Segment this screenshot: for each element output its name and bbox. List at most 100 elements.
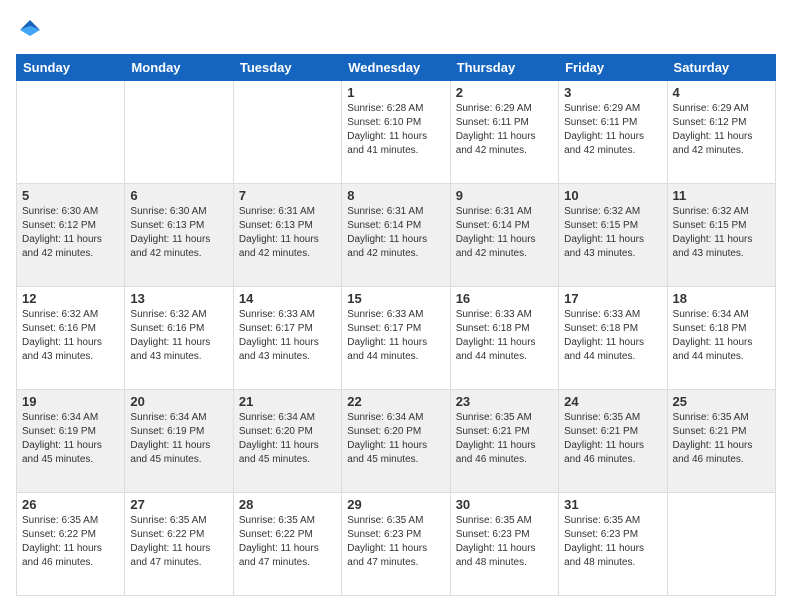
day-info: Sunrise: 6:33 AM Sunset: 6:18 PM Dayligh… xyxy=(456,308,553,364)
day-number: 27 xyxy=(130,497,227,512)
day-number: 28 xyxy=(239,497,336,512)
calendar-cell: 7 Sunrise: 6:31 AM Sunset: 6:13 PM Daylig… xyxy=(233,184,341,287)
calendar-cell xyxy=(667,493,775,596)
calendar-cell: 24 Sunrise: 6:35 AM Sunset: 6:21 PM Dayli… xyxy=(559,390,667,493)
calendar-cell: 26 Sunrise: 6:35 AM Sunset: 6:22 PM Dayli… xyxy=(17,493,125,596)
day-number: 26 xyxy=(22,497,119,512)
day-header-friday: Friday xyxy=(559,55,667,81)
day-info: Sunrise: 6:31 AM Sunset: 6:14 PM Dayligh… xyxy=(456,205,553,261)
day-number: 29 xyxy=(347,497,444,512)
calendar-cell xyxy=(17,81,125,184)
day-number: 10 xyxy=(564,188,661,203)
calendar-table: SundayMondayTuesdayWednesdayThursdayFrid… xyxy=(16,54,776,596)
calendar-cell xyxy=(233,81,341,184)
calendar-cell: 9 Sunrise: 6:31 AM Sunset: 6:14 PM Daylig… xyxy=(450,184,558,287)
calendar-cell: 18 Sunrise: 6:34 AM Sunset: 6:18 PM Dayli… xyxy=(667,287,775,390)
calendar-cell: 16 Sunrise: 6:33 AM Sunset: 6:18 PM Dayli… xyxy=(450,287,558,390)
day-info: Sunrise: 6:32 AM Sunset: 6:15 PM Dayligh… xyxy=(673,205,770,261)
header xyxy=(16,16,776,44)
day-number: 2 xyxy=(456,85,553,100)
day-info: Sunrise: 6:35 AM Sunset: 6:21 PM Dayligh… xyxy=(564,411,661,467)
day-info: Sunrise: 6:35 AM Sunset: 6:21 PM Dayligh… xyxy=(456,411,553,467)
day-info: Sunrise: 6:30 AM Sunset: 6:12 PM Dayligh… xyxy=(22,205,119,261)
day-info: Sunrise: 6:29 AM Sunset: 6:12 PM Dayligh… xyxy=(673,102,770,158)
calendar-cell: 15 Sunrise: 6:33 AM Sunset: 6:17 PM Dayli… xyxy=(342,287,450,390)
day-number: 15 xyxy=(347,291,444,306)
day-number: 5 xyxy=(22,188,119,203)
calendar-cell: 22 Sunrise: 6:34 AM Sunset: 6:20 PM Dayli… xyxy=(342,390,450,493)
calendar-cell: 20 Sunrise: 6:34 AM Sunset: 6:19 PM Dayli… xyxy=(125,390,233,493)
day-info: Sunrise: 6:33 AM Sunset: 6:18 PM Dayligh… xyxy=(564,308,661,364)
day-number: 24 xyxy=(564,394,661,409)
calendar-cell: 28 Sunrise: 6:35 AM Sunset: 6:22 PM Dayli… xyxy=(233,493,341,596)
day-info: Sunrise: 6:32 AM Sunset: 6:15 PM Dayligh… xyxy=(564,205,661,261)
day-info: Sunrise: 6:34 AM Sunset: 6:20 PM Dayligh… xyxy=(239,411,336,467)
calendar-cell: 30 Sunrise: 6:35 AM Sunset: 6:23 PM Dayli… xyxy=(450,493,558,596)
day-info: Sunrise: 6:35 AM Sunset: 6:23 PM Dayligh… xyxy=(347,514,444,570)
calendar-cell: 6 Sunrise: 6:30 AM Sunset: 6:13 PM Daylig… xyxy=(125,184,233,287)
day-header-sunday: Sunday xyxy=(17,55,125,81)
calendar-cell: 19 Sunrise: 6:34 AM Sunset: 6:19 PM Dayli… xyxy=(17,390,125,493)
calendar-cell: 4 Sunrise: 6:29 AM Sunset: 6:12 PM Daylig… xyxy=(667,81,775,184)
day-number: 21 xyxy=(239,394,336,409)
day-number: 4 xyxy=(673,85,770,100)
day-info: Sunrise: 6:34 AM Sunset: 6:19 PM Dayligh… xyxy=(22,411,119,467)
day-info: Sunrise: 6:34 AM Sunset: 6:19 PM Dayligh… xyxy=(130,411,227,467)
day-number: 20 xyxy=(130,394,227,409)
day-info: Sunrise: 6:35 AM Sunset: 6:22 PM Dayligh… xyxy=(239,514,336,570)
calendar-cell xyxy=(125,81,233,184)
day-number: 25 xyxy=(673,394,770,409)
day-number: 13 xyxy=(130,291,227,306)
calendar-cell: 5 Sunrise: 6:30 AM Sunset: 6:12 PM Daylig… xyxy=(17,184,125,287)
day-number: 19 xyxy=(22,394,119,409)
calendar-cell: 31 Sunrise: 6:35 AM Sunset: 6:23 PM Dayli… xyxy=(559,493,667,596)
calendar-cell: 11 Sunrise: 6:32 AM Sunset: 6:15 PM Dayli… xyxy=(667,184,775,287)
day-info: Sunrise: 6:35 AM Sunset: 6:22 PM Dayligh… xyxy=(130,514,227,570)
day-number: 8 xyxy=(347,188,444,203)
day-info: Sunrise: 6:29 AM Sunset: 6:11 PM Dayligh… xyxy=(456,102,553,158)
day-info: Sunrise: 6:35 AM Sunset: 6:22 PM Dayligh… xyxy=(22,514,119,570)
day-number: 14 xyxy=(239,291,336,306)
calendar-cell: 27 Sunrise: 6:35 AM Sunset: 6:22 PM Dayli… xyxy=(125,493,233,596)
day-info: Sunrise: 6:31 AM Sunset: 6:13 PM Dayligh… xyxy=(239,205,336,261)
day-number: 18 xyxy=(673,291,770,306)
logo-icon xyxy=(16,16,44,44)
calendar-cell: 25Sunrise: 6:35 AM Sunset: 6:21 PM Dayli… xyxy=(667,390,775,493)
calendar-cell: 1 Sunrise: 6:28 AM Sunset: 6:10 PM Daylig… xyxy=(342,81,450,184)
calendar-cell: 10 Sunrise: 6:32 AM Sunset: 6:15 PM Dayli… xyxy=(559,184,667,287)
calendar-cell: 2 Sunrise: 6:29 AM Sunset: 6:11 PM Daylig… xyxy=(450,81,558,184)
logo xyxy=(16,16,48,44)
day-info: Sunrise: 6:35 AM Sunset: 6:23 PM Dayligh… xyxy=(564,514,661,570)
day-info: Sunrise: 6:34 AM Sunset: 6:20 PM Dayligh… xyxy=(347,411,444,467)
calendar-cell: 3Sunrise: 6:29 AM Sunset: 6:11 PM Daylig… xyxy=(559,81,667,184)
day-info: Sunrise: 6:32 AM Sunset: 6:16 PM Dayligh… xyxy=(22,308,119,364)
day-number: 31 xyxy=(564,497,661,512)
calendar-cell: 21 Sunrise: 6:34 AM Sunset: 6:20 PM Dayli… xyxy=(233,390,341,493)
day-header-thursday: Thursday xyxy=(450,55,558,81)
day-info: Sunrise: 6:30 AM Sunset: 6:13 PM Dayligh… xyxy=(130,205,227,261)
day-number: 22 xyxy=(347,394,444,409)
day-info: Sunrise: 6:29 AM Sunset: 6:11 PM Dayligh… xyxy=(564,102,661,158)
day-header-wednesday: Wednesday xyxy=(342,55,450,81)
page: SundayMondayTuesdayWednesdayThursdayFrid… xyxy=(0,0,792,612)
day-number: 17 xyxy=(564,291,661,306)
day-number: 1 xyxy=(347,85,444,100)
day-header-saturday: Saturday xyxy=(667,55,775,81)
day-header-tuesday: Tuesday xyxy=(233,55,341,81)
day-info: Sunrise: 6:31 AM Sunset: 6:14 PM Dayligh… xyxy=(347,205,444,261)
day-header-monday: Monday xyxy=(125,55,233,81)
day-number: 23 xyxy=(456,394,553,409)
day-info: Sunrise: 6:28 AM Sunset: 6:10 PM Dayligh… xyxy=(347,102,444,158)
day-number: 30 xyxy=(456,497,553,512)
day-number: 6 xyxy=(130,188,227,203)
calendar-cell: 23 Sunrise: 6:35 AM Sunset: 6:21 PM Dayli… xyxy=(450,390,558,493)
day-number: 11 xyxy=(673,188,770,203)
day-info: Sunrise: 6:32 AM Sunset: 6:16 PM Dayligh… xyxy=(130,308,227,364)
day-number: 7 xyxy=(239,188,336,203)
day-info: Sunrise: 6:35 AM Sunset: 6:23 PM Dayligh… xyxy=(456,514,553,570)
day-info: Sunrise: 6:33 AM Sunset: 6:17 PM Dayligh… xyxy=(347,308,444,364)
day-info: Sunrise: 6:34 AM Sunset: 6:18 PM Dayligh… xyxy=(673,308,770,364)
calendar-cell: 13 Sunrise: 6:32 AM Sunset: 6:16 PM Dayli… xyxy=(125,287,233,390)
day-number: 16 xyxy=(456,291,553,306)
day-number: 9 xyxy=(456,188,553,203)
